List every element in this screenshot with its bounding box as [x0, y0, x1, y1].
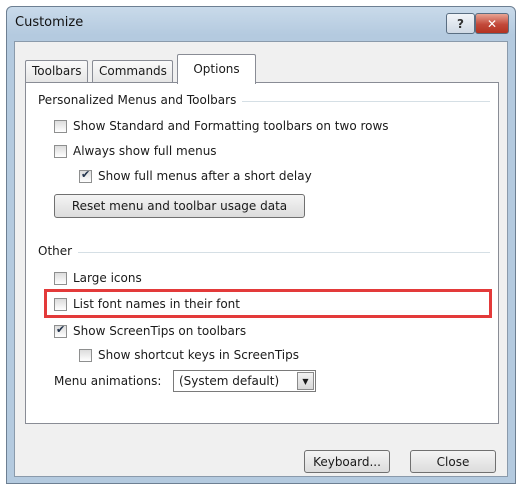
personalized-heading: Personalized Menus and Toolbars — [38, 93, 243, 107]
option-label: Show Standard and Formatting toolbars on… — [73, 119, 389, 133]
checkbox[interactable] — [54, 271, 67, 285]
title-bar[interactable]: Customize ? ✕ — [7, 7, 515, 41]
checkbox-checked[interactable] — [54, 323, 67, 338]
options-panel: Personalized Menus and Toolbars Show Sta… — [25, 82, 499, 424]
menu-animations-value: (System default) — [179, 374, 280, 388]
title-close-button[interactable]: ✕ — [475, 13, 509, 34]
keyboard-button[interactable]: Keyboard... — [304, 450, 390, 473]
reset-usage-button[interactable]: Reset menu and toolbar usage data — [54, 194, 305, 218]
option-label: Show shortcut keys in ScreenTips — [98, 348, 299, 362]
option-label: Show ScreenTips on toolbars — [73, 324, 247, 338]
option-full-menus-delay[interactable]: Show full menus after a short delay — [79, 167, 312, 185]
option-shortcut-keys[interactable]: Show shortcut keys in ScreenTips — [79, 346, 299, 364]
tab-options[interactable]: Options — [177, 54, 256, 84]
checkbox[interactable] — [54, 144, 67, 158]
help-button[interactable]: ? — [446, 13, 475, 34]
option-two-rows[interactable]: Show Standard and Formatting toolbars on… — [54, 117, 389, 135]
chevron-down-icon[interactable]: ▼ — [297, 372, 314, 390]
option-label: Always show full menus — [73, 144, 217, 158]
dialog-client-area: Toolbars Commands Options Personalized M… — [14, 41, 508, 477]
menu-animations-label: Menu animations: — [54, 374, 162, 388]
checkbox[interactable] — [54, 119, 67, 133]
dialog-title: Customize — [15, 15, 84, 30]
tab-toolbars[interactable]: Toolbars — [25, 60, 88, 82]
close-icon: ✕ — [486, 16, 498, 31]
customize-dialog: Customize ? ✕ Toolbars Commands Options … — [6, 6, 516, 484]
tab-commands[interactable]: Commands — [92, 60, 173, 82]
option-screentips[interactable]: Show ScreenTips on toolbars — [54, 322, 246, 340]
checkbox[interactable] — [79, 348, 92, 362]
option-label: Show full menus after a short delay — [98, 169, 312, 183]
option-label: Large icons — [73, 271, 142, 285]
highlight-box — [44, 289, 492, 318]
menu-animations-select[interactable]: (System default) ▼ — [173, 370, 316, 392]
checkbox-checked[interactable] — [79, 168, 92, 183]
option-always-full-menus[interactable]: Always show full menus — [54, 142, 217, 160]
group-divider — [38, 252, 490, 253]
close-button[interactable]: Close — [410, 450, 496, 473]
help-icon: ? — [457, 16, 464, 31]
option-large-icons[interactable]: Large icons — [54, 269, 142, 287]
other-heading: Other — [38, 244, 79, 258]
